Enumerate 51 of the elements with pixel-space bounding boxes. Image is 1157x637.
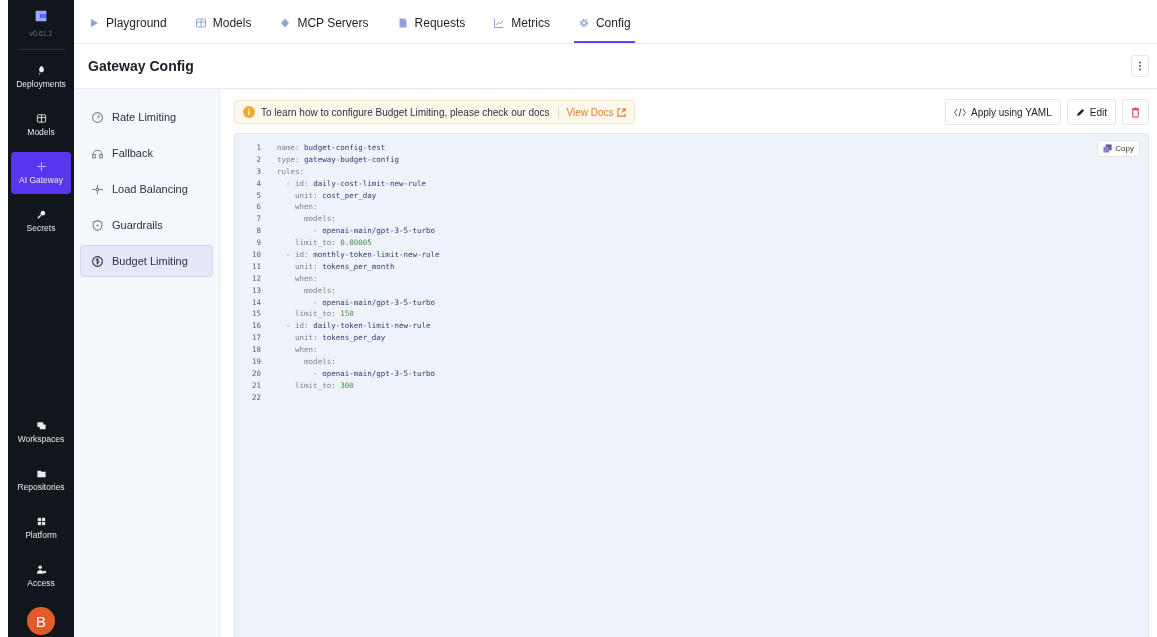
external-link-icon xyxy=(616,107,626,117)
grid-icon xyxy=(35,113,47,124)
tab[interactable]: Requests xyxy=(392,16,470,43)
diamond-icon xyxy=(279,17,292,29)
sidebar-item[interactable]: Fallback xyxy=(80,137,213,169)
sidebar-item[interactable]: Guardrails xyxy=(80,209,213,241)
nav-item[interactable]: Secrets xyxy=(11,200,71,242)
nav-item[interactable]: Workspaces xyxy=(11,411,71,453)
folder-icon xyxy=(35,468,47,479)
line-chart-icon xyxy=(493,17,506,29)
dollar-icon xyxy=(91,254,104,268)
tab[interactable]: Playground xyxy=(84,16,171,43)
key-icon xyxy=(35,209,47,220)
info-icon xyxy=(243,106,255,118)
tab[interactable]: Metrics xyxy=(489,16,554,43)
code-icon xyxy=(953,107,966,117)
delete-button[interactable] xyxy=(1122,99,1149,125)
crosshair-icon xyxy=(35,161,47,172)
tab[interactable]: Config xyxy=(573,16,635,43)
nav-item[interactable]: Platform xyxy=(11,507,71,549)
pencil-icon xyxy=(1075,107,1085,117)
play-icon xyxy=(88,17,100,29)
logo-icon xyxy=(33,8,49,24)
sidebar-item[interactable]: Load Balancing xyxy=(80,173,213,205)
stacked-windows-icon xyxy=(35,420,47,431)
nav-item[interactable]: AI Gateway xyxy=(11,152,71,194)
nav-item[interactable]: Access xyxy=(11,555,71,597)
tab[interactable]: Models xyxy=(190,16,256,43)
grid-icon xyxy=(194,17,207,29)
tiles-icon xyxy=(35,516,47,527)
nav-item[interactable]: Models xyxy=(11,104,71,146)
page-title: Gateway Config xyxy=(88,58,194,74)
banner-text: To learn how to configure Budget Limiting, please check our docs xyxy=(261,106,550,118)
shield-icon xyxy=(91,218,104,232)
user-avatar[interactable]: B xyxy=(27,607,55,635)
gauge-icon xyxy=(91,110,104,124)
tab[interactable]: MCP Servers xyxy=(275,16,373,43)
people-icon xyxy=(35,564,47,575)
sidebar-item[interactable]: Rate Limiting xyxy=(80,101,213,133)
nav-item[interactable]: Repositories xyxy=(11,459,71,501)
nav-item[interactable]: Deployments xyxy=(11,56,71,98)
apply-yaml-button[interactable]: Apply using YAML xyxy=(944,99,1061,125)
sidebar-item[interactable]: Budget Limiting xyxy=(80,245,213,277)
split-arrows-icon xyxy=(91,182,104,196)
edit-button[interactable]: Edit xyxy=(1066,99,1116,125)
settings-icon xyxy=(577,17,590,29)
vertical-dots-icon xyxy=(1138,61,1142,71)
copy-button[interactable]: Copy xyxy=(1097,140,1140,157)
more-options-button[interactable] xyxy=(1131,55,1149,77)
trash-icon xyxy=(1131,106,1140,118)
copy-icon xyxy=(1103,144,1113,153)
